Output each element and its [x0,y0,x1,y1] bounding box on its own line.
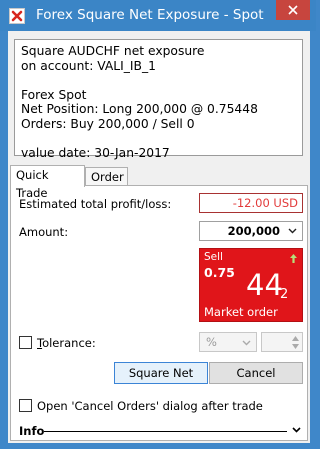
sell-big-figure: 0.75 [204,265,235,280]
amount-combobox[interactable]: 200,000 [199,221,303,241]
chevron-down-icon[interactable] [292,427,301,433]
summary-line [21,131,302,146]
summary-text-box: Square AUDCHF net exposure on account: V… [14,39,303,160]
info-section-header[interactable]: Info [19,424,44,438]
tolerance-value-spinner[interactable] [261,332,303,352]
close-icon [288,5,298,15]
close-button[interactable] [276,0,310,20]
quick-trade-panel: Estimated total profit/loss: -12.00 USD … [10,185,308,441]
info-divider [44,431,287,432]
tab-quick-trade[interactable]: Quick Trade [10,165,85,200]
tolerance-label-rest: olerance: [42,336,96,350]
summary-line: on account: VALI_IB_1 [21,58,156,73]
spinner-down-icon[interactable] [292,344,299,349]
summary-line: Forex Spot [21,87,87,102]
tolerance-unit-select[interactable]: % [199,332,257,352]
summary-line: Square AUDCHF net exposure [21,44,205,58]
tab-order[interactable]: Order [85,167,128,186]
cancel-button[interactable]: Cancel [209,362,303,384]
tolerance-label: Tolerance: [37,336,96,350]
sell-pips: 44 [246,268,283,302]
tolerance-checkbox[interactable] [19,336,32,349]
square-net-button[interactable]: Square Net [114,362,208,384]
summary-line: Net Position: Long 200,000 @ 0.75448 [21,102,258,116]
summary-line: value date: 30-Jan-2017 [21,145,170,160]
amount-value: 200,000 [227,224,280,238]
sell-price-tile[interactable]: Sell 0.75 44 2 Market order [199,248,303,322]
app-icon[interactable] [9,8,25,24]
chevron-down-icon [242,340,251,346]
window-title: Forex Square Net Exposure - Spot [36,7,264,23]
sell-order-type: Market order [204,305,278,319]
open-cancel-orders-checkbox[interactable] [19,399,32,412]
dialog-body: Square AUDCHF net exposure on account: V… [8,31,310,443]
summary-line: Orders: Buy 200,000 / Sell 0 [21,116,195,131]
spinner-up-icon[interactable] [292,336,299,341]
window-titlebar[interactable]: Forex Square Net Exposure - Spot [0,0,316,31]
open-cancel-orders-label: Open 'Cancel Orders' dialog after trade [37,399,263,413]
amount-label: Amount: [19,225,69,239]
sell-label: Sell [204,251,223,263]
summary-line [21,73,302,88]
tolerance-unit-value: % [206,335,217,349]
sell-fractional-pip: 2 [280,287,289,302]
up-arrow-icon [290,254,297,263]
estimated-pl-value: -12.00 USD [199,193,303,213]
chevron-down-icon [288,228,297,234]
